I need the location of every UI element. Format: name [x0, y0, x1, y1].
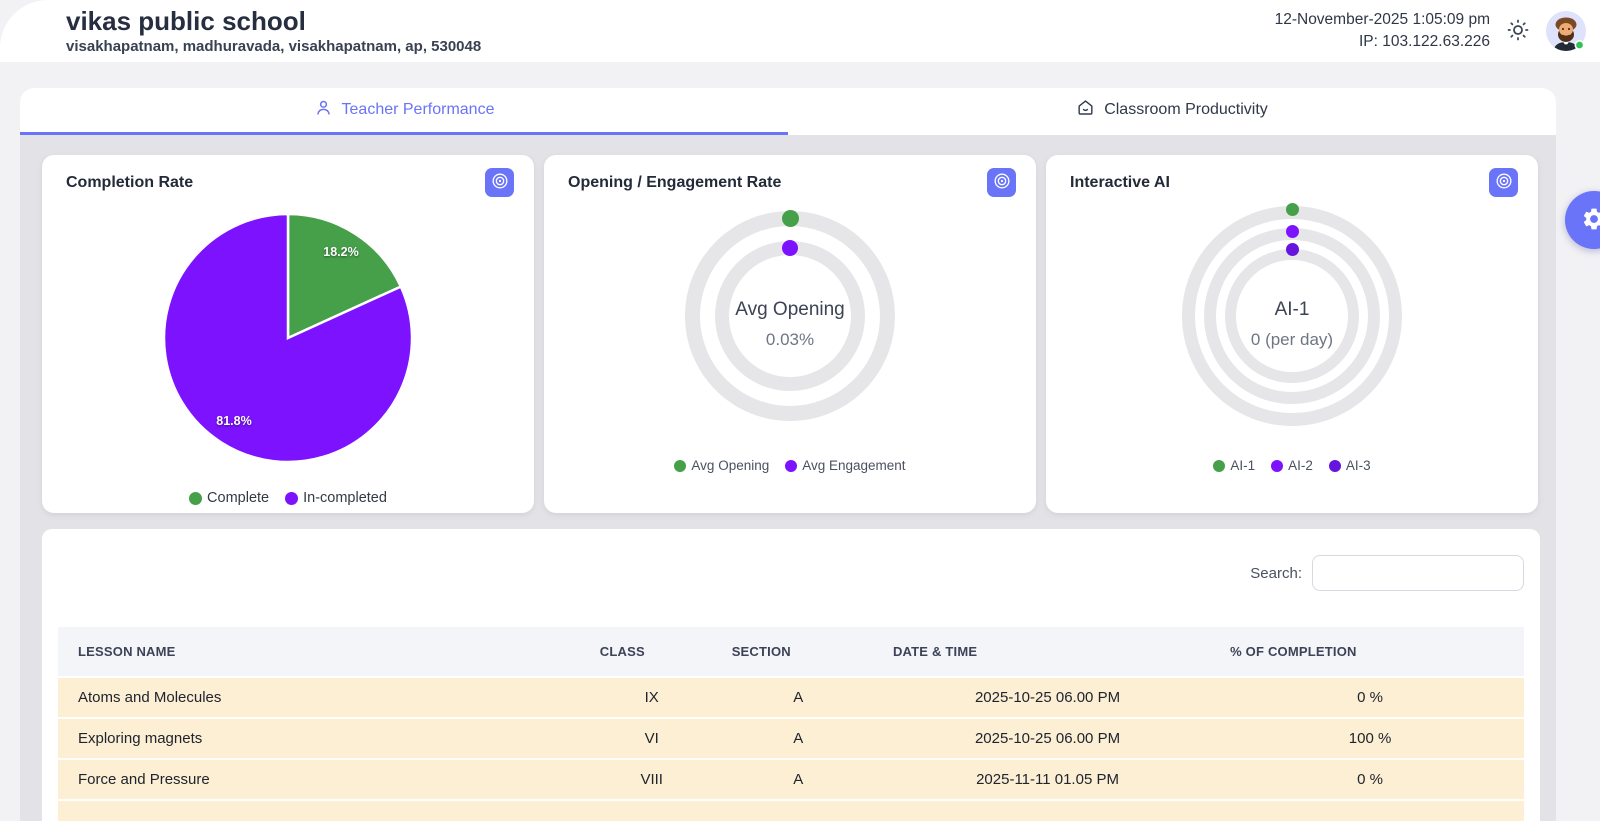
radial-dot-ai2: [1285, 225, 1299, 238]
cell-section: A: [793, 730, 804, 747]
avatar-image: [1546, 11, 1586, 51]
radial-dot-avg-engagement: [782, 240, 798, 256]
legend-item: Complete: [189, 490, 269, 506]
column-header-date-time: DATE & TIME: [878, 627, 1217, 678]
eye-icon: [1494, 171, 1514, 194]
radial-center-text: Avg Opening 0.03%: [544, 299, 1036, 350]
sun-icon: [1506, 18, 1530, 45]
radial-center-label: Avg Opening: [735, 299, 845, 320]
cell-class: VIII: [640, 771, 663, 788]
legend-dot-purpledark: [1328, 459, 1341, 472]
radial-center-label: AI-1: [1274, 299, 1310, 320]
completion-pie-chart: 18.2% 81.8%: [160, 210, 416, 466]
cell-lesson-name: Atoms and Molecules: [78, 689, 222, 706]
cell-completion: 0 %: [1357, 689, 1383, 706]
cell-class: IX: [644, 689, 659, 706]
card-completion-rate: Completion Rate 18.2% 81.8% Complete In-…: [42, 155, 534, 513]
user-avatar[interactable]: [1546, 11, 1586, 51]
radial-dot-ai3: [1285, 243, 1299, 256]
pie-label-complete: 18.2%: [323, 245, 359, 259]
tab-teacher-performance[interactable]: Teacher Performance: [20, 88, 788, 135]
cell-class: VI: [644, 730, 659, 747]
card-title: Interactive AI: [1070, 173, 1170, 191]
header-ip: IP: 103.122.63.226: [1358, 33, 1490, 50]
summary-cards-row: Completion Rate 18.2% 81.8% Complete In-…: [20, 135, 1556, 513]
column-header-completion: % OF COMPLETION: [1216, 627, 1524, 678]
legend-dot-purple: [785, 459, 798, 472]
radial-center-value: 0 (per day): [1250, 330, 1334, 349]
legend-dot-purple: [285, 491, 299, 505]
settings-fab[interactable]: [1565, 191, 1600, 249]
tab-label: Classroom Productivity: [1104, 101, 1268, 118]
cell-section: A: [793, 689, 804, 706]
cell-lesson-name: Force and Pressure: [78, 771, 210, 788]
radial-center-value: 0.03%: [765, 330, 815, 349]
session-meta: 12-November-2025 1:05:09 pm IP: 103.122.…: [1275, 9, 1490, 54]
radial-center-text: AI-1 0 (per day): [1046, 299, 1538, 350]
person-icon: [314, 98, 333, 122]
card-title: Completion Rate: [66, 173, 194, 191]
cell-date-time: 2025-11-11 01.05 PM: [976, 771, 1119, 788]
pie-legend: Complete In-completed: [42, 490, 534, 506]
online-status-dot: [1574, 39, 1585, 50]
page-title: vikas public school: [66, 5, 306, 36]
legend-dot-purple: [1271, 459, 1284, 472]
cell-date-time: 2025-10-25 06.00 PM: [974, 730, 1121, 747]
card-opening-engagement-rate: Opening / Engagement Rate Avg Opening 0.: [544, 155, 1036, 513]
eye-icon: [992, 171, 1012, 194]
cell-completion: 100 %: [1348, 730, 1392, 747]
cell-lesson-name: Exploring magnets: [78, 730, 203, 747]
column-header-section: SECTION: [717, 627, 879, 678]
pie-label-incompleted: 81.8%: [216, 414, 252, 428]
lessons-table-card: Search: LESSON NAME CLASS SECTION DATE &…: [42, 529, 1540, 821]
home-icon: [1076, 98, 1095, 122]
table-row-partial: [58, 800, 1524, 821]
radial-dot-avg-opening: [781, 210, 799, 227]
legend-dot-green: [1213, 459, 1226, 472]
card-interactive-ai: Interactive AI AI-1 0 (per day) AI-1 AI-…: [1046, 155, 1538, 513]
school-info: vikas public school visakhapatnam, madhu…: [66, 5, 482, 56]
app-header: vikas public school visakhapatnam, madhu…: [0, 0, 1600, 62]
view-details-button[interactable]: [485, 168, 514, 197]
column-header-class: CLASS: [585, 627, 718, 678]
column-header-lesson-name: LESSON NAME: [58, 627, 586, 678]
eye-icon: [490, 171, 510, 194]
radial-legend: AI-1 AI-2 AI-3: [1046, 458, 1538, 473]
main-container: Teacher Performance Classroom Productivi…: [20, 88, 1556, 821]
table-row: Exploring magnets VI A 2025-10-25 06.00 …: [58, 718, 1524, 759]
card-title: Opening / Engagement Rate: [568, 173, 782, 191]
legend-item: AI-3: [1328, 458, 1371, 473]
cell-section: A: [793, 771, 804, 788]
table-row: Force and Pressure VIII A 2025-11-11 01.…: [58, 759, 1524, 800]
legend-item: Avg Engagement: [785, 458, 906, 473]
gear-icon: [1581, 206, 1600, 235]
school-address: visakhapatnam, madhuravada, visakhapatna…: [66, 38, 482, 56]
header-datetime: 12-November-2025 1:05:09 pm: [1274, 10, 1490, 28]
search-input[interactable]: [1312, 555, 1524, 591]
view-details-button[interactable]: [1489, 168, 1518, 197]
table-row: Atoms and Molecules IX A 2025-10-25 06.0…: [58, 677, 1524, 718]
tab-label: Teacher Performance: [341, 101, 495, 118]
lessons-table: LESSON NAME CLASS SECTION DATE & TIME % …: [58, 627, 1524, 821]
search-label: Search:: [1250, 564, 1302, 582]
cell-date-time: 2025-10-25 06.00 PM: [974, 689, 1121, 706]
radial-dot-ai1: [1285, 203, 1299, 216]
view-details-button[interactable]: [987, 168, 1016, 197]
tabbar: Teacher Performance Classroom Productivi…: [20, 88, 1556, 135]
cell-completion: 0 %: [1357, 771, 1383, 788]
legend-item: Avg Opening: [674, 458, 769, 473]
tab-classroom-productivity[interactable]: Classroom Productivity: [788, 88, 1556, 135]
legend-item: AI-1: [1213, 458, 1255, 473]
legend-dot-green: [189, 491, 203, 505]
table-header-row: LESSON NAME CLASS SECTION DATE & TIME % …: [58, 627, 1524, 678]
legend-item: In-completed: [285, 490, 387, 506]
radial-legend: Avg Opening Avg Engagement: [544, 458, 1036, 473]
legend-item: AI-2: [1271, 458, 1313, 473]
theme-toggle-button[interactable]: [1506, 18, 1530, 45]
legend-dot-green: [674, 459, 687, 472]
